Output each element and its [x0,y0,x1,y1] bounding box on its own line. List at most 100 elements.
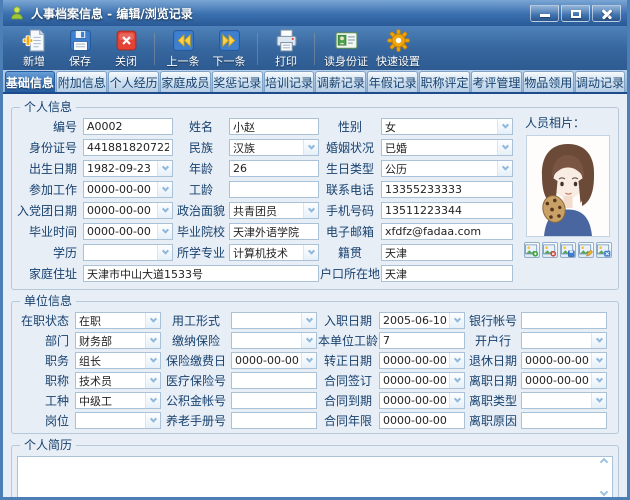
dropdown-arrow-icon[interactable] [449,393,464,408]
dropdown-arrow-icon[interactable] [449,353,464,368]
native-place-input[interactable] [381,244,513,261]
save-button[interactable]: 保存 [57,28,103,70]
tab-family-members[interactable]: 家庭成员 [159,71,211,92]
dropdown-arrow-icon[interactable] [157,245,172,260]
maximize-button[interactable] [561,4,590,22]
read-id-card-button[interactable]: 读身份证 [320,28,372,70]
dropdown-arrow-icon[interactable] [303,140,318,155]
employee-no-input[interactable] [83,118,173,135]
tab-item-requisition[interactable]: 物品领用 [522,71,574,92]
position-select[interactable]: 组长 [75,352,161,369]
new-record-button[interactable]: 新增 [11,28,57,70]
tab-training-records[interactable]: 培训记录 [263,71,315,92]
dropdown-arrow-icon[interactable] [497,161,512,176]
departure-reason-input[interactable] [521,412,607,429]
quick-settings-button[interactable]: 快速设置 [372,28,424,70]
dropdown-arrow-icon[interactable] [497,140,512,155]
export-photo-button[interactable] [596,242,612,258]
dropdown-arrow-icon[interactable] [303,203,318,218]
employment-status-select[interactable]: 在职 [75,312,161,329]
previous-record-button[interactable]: 上一条 [160,28,206,70]
contract-sign-date-select[interactable]: 0000-00-00 [379,372,465,389]
pension-book-no-input[interactable] [231,412,317,429]
dropdown-arrow-icon[interactable] [145,353,160,368]
dropdown-arrow-icon[interactable] [157,161,172,176]
tab-salary-adjustment[interactable]: 调薪记录 [315,71,367,92]
departure-type-select[interactable] [521,392,607,409]
household-location-input[interactable] [381,265,513,282]
contact-phone-input[interactable] [381,181,513,198]
scroll-up-icon[interactable] [599,457,608,467]
retirement-date-select[interactable]: 0000-00-00 [521,352,607,369]
tab-transfer-records[interactable]: 调动记录 [574,71,626,92]
save-photo-button[interactable] [560,242,576,258]
dropdown-arrow-icon[interactable] [301,333,316,348]
close-button-toolbar[interactable]: 关闭 [103,28,149,70]
load-photo-button[interactable] [524,242,540,258]
insurance-pay-date-select[interactable]: 0000-00-00 [231,352,317,369]
ethnicity-select[interactable]: 汉族 [229,139,319,156]
dropdown-arrow-icon[interactable] [157,203,172,218]
dropdown-arrow-icon[interactable] [145,413,160,428]
tab-assessment-management[interactable]: 考评管理 [470,71,522,92]
contract-years-input[interactable] [379,412,465,429]
dropdown-arrow-icon[interactable] [145,333,160,348]
id-card-no-input[interactable] [83,139,173,156]
tab-reward-punishment[interactable]: 奖惩记录 [211,71,263,92]
print-button[interactable]: 打印 [263,28,309,70]
unit-work-years-input[interactable] [379,332,465,349]
work-years-input[interactable] [229,181,319,198]
scroll-down-icon[interactable] [599,487,608,497]
delete-photo-button[interactable] [542,242,558,258]
name-input[interactable] [229,118,319,135]
edit-photo-button[interactable] [578,242,594,258]
dropdown-arrow-icon[interactable] [497,119,512,134]
hire-date-select[interactable]: 2005-06-10 [379,312,465,329]
minimize-button[interactable] [530,4,559,22]
dropdown-arrow-icon[interactable] [591,373,606,388]
dropdown-arrow-icon[interactable] [591,353,606,368]
contract-expiry-date-select[interactable]: 0000-00-00 [379,392,465,409]
post-select[interactable] [75,412,161,429]
home-address-input[interactable] [83,265,319,282]
age-input[interactable] [229,160,319,177]
resume-textarea[interactable] [17,456,613,497]
major-select[interactable]: 计算机技术 [229,244,319,261]
graduation-school-input[interactable] [229,223,319,240]
department-select[interactable]: 财务部 [75,332,161,349]
email-input[interactable] [381,223,513,240]
close-button[interactable] [592,4,621,22]
medical-insurance-no-input[interactable] [231,372,317,389]
dropdown-arrow-icon[interactable] [591,333,606,348]
work-type-select[interactable]: 中级工 [75,392,161,409]
tab-title-evaluation[interactable]: 职称评定 [419,71,470,92]
bank-name-select[interactable] [521,332,607,349]
dropdown-arrow-icon[interactable] [449,313,464,328]
birth-date-select[interactable]: 1982-09-23 [83,160,173,177]
party-join-date-select[interactable]: 0000-00-00 [83,202,173,219]
resume-scrollbar[interactable] [597,457,610,497]
graduation-date-select[interactable]: 0000-00-00 [83,223,173,240]
marital-status-select[interactable]: 已婚 [381,139,513,156]
tab-annual-leave[interactable]: 年假记录 [367,71,419,92]
insurance-type-select[interactable] [231,332,317,349]
professional-title-select[interactable]: 技术员 [75,372,161,389]
dropdown-arrow-icon[interactable] [157,224,172,239]
work-start-date-select[interactable]: 0000-00-00 [83,181,173,198]
dropdown-arrow-icon[interactable] [301,313,316,328]
dropdown-arrow-icon[interactable] [145,373,160,388]
dropdown-arrow-icon[interactable] [157,182,172,197]
dropdown-arrow-icon[interactable] [301,353,316,368]
tab-personal-experience[interactable]: 个人经历 [108,71,159,92]
gender-select[interactable]: 女 [381,118,513,135]
regularization-date-select[interactable]: 0000-00-00 [379,352,465,369]
housing-fund-account-input[interactable] [231,392,317,409]
education-select[interactable] [83,244,173,261]
birthday-type-select[interactable]: 公历 [381,160,513,177]
tab-additional-info[interactable]: 附加信息 [56,71,108,92]
dropdown-arrow-icon[interactable] [303,245,318,260]
dropdown-arrow-icon[interactable] [145,393,160,408]
dropdown-arrow-icon[interactable] [591,393,606,408]
tab-basic-info[interactable]: 基础信息 [4,71,56,92]
employment-form-select[interactable] [231,312,317,329]
